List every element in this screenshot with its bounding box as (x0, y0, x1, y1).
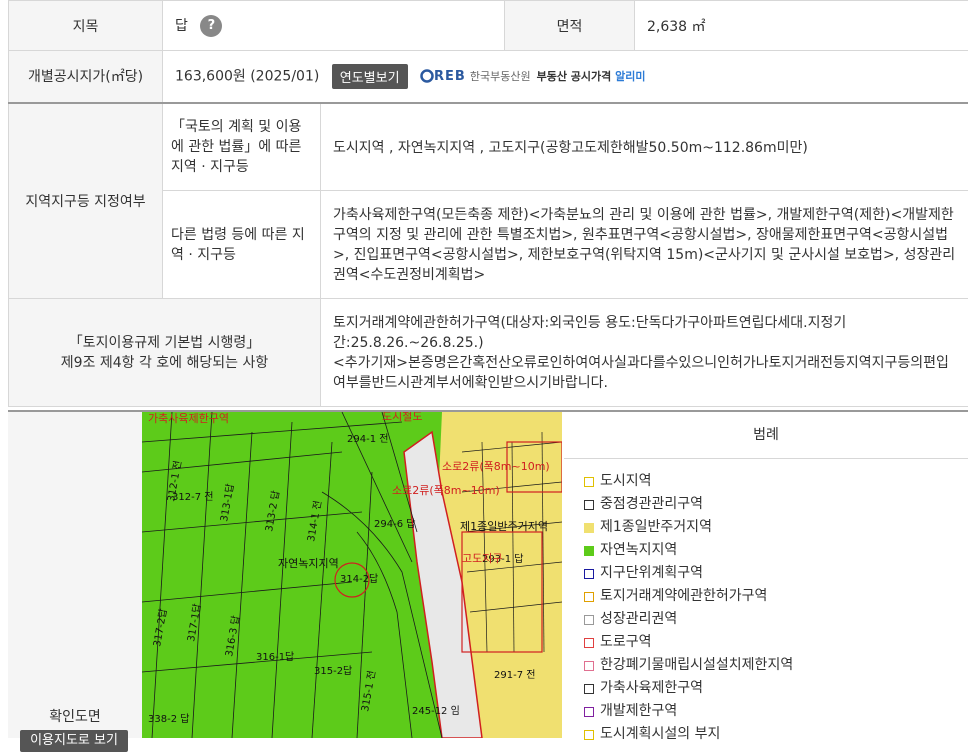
svg-text:제1종일반주거지역: 제1종일반주거지역 (460, 519, 548, 533)
reb-logo-icon (420, 69, 434, 83)
reb-service-text: 부동산 공시가격 (537, 70, 612, 83)
legend-swatch (584, 661, 594, 671)
legend-label: 자연녹지지역 (600, 539, 677, 562)
legend-label: 토지거래계약에관한허가구역 (600, 585, 767, 608)
svg-text:소로2류(폭8m~10m): 소로2류(폭8m~10m) (442, 460, 550, 473)
legend-label: 한강폐기물매립시설설치제한지역 (600, 654, 793, 677)
price-value: 163,600원 (2025/01) (175, 68, 319, 84)
other-law-label: 다른 법령 등에 따른 지역 · 지구등 (163, 191, 321, 299)
legend-swatch (584, 592, 594, 602)
legend-label: 개발제한구역 (600, 700, 677, 723)
legend-item: 제1종일반주거지역 (584, 516, 793, 539)
legend-label: 도시계획시설의 부지 (600, 723, 720, 746)
svg-text:314-2답: 314-2답 (340, 573, 378, 585)
legend-item: 개발제한구역 (584, 700, 793, 723)
help-icon[interactable]: ? (200, 15, 222, 37)
legend-label: 가축사육제한구역 (600, 677, 703, 700)
legend-list: 도시지역중점경관관리구역제1종일반주거지역자연녹지지역지구단위계획구역토지거래계… (584, 470, 793, 746)
svg-text:소로2류(폭8m~10m): 소로2류(폭8m~10m) (392, 484, 500, 497)
zoning-section-label: 지역지구등 지정여부 (9, 103, 163, 299)
jimok-cell: 답 ? (163, 1, 505, 51)
yearly-view-button[interactable]: 연도별보기 (332, 64, 408, 89)
cadastral-map[interactable]: 312-1 전 312-7 전 313-1답 313-2 답 314-1 전 3… (142, 412, 562, 738)
legend-label: 도시지역 (600, 470, 652, 493)
legend-item: 토지거래계약에관한허가구역 (584, 585, 793, 608)
jimok-value: 답 (175, 18, 188, 34)
jimok-label: 지목 (9, 1, 163, 51)
reb-org: 한국부동산원 (470, 68, 531, 84)
land-info-table: 지목 답 ? 면적 2,638 ㎡ 개별공시지가(㎡당) 163,600원 (2… (8, 0, 968, 407)
legend-item: 중점경관관리구역 (584, 493, 793, 516)
reb-service: 부동산 공시가격 알리미 (537, 68, 646, 84)
legend-swatch (584, 523, 594, 533)
svg-text:245-12 임: 245-12 임 (412, 704, 460, 717)
regulation-value: 토지거래계약에관한허가구역(대상자:외국인등 용도:단독다가구아파트연립다세대.… (333, 313, 956, 353)
legend-item: 도로구역 (584, 631, 793, 654)
legend-label: 제1종일반주거지역 (600, 516, 712, 539)
reb-alimi: 알리미 (615, 70, 645, 83)
national-law-value: 도시지역 , 자연녹지지역 , 고도지구(공항고도제한해발50.50m~112.… (321, 103, 968, 191)
reb-price-alimi-link[interactable]: REB 한국부동산원 부동산 공시가격 알리미 (420, 68, 645, 84)
map-label: 확인도면 (8, 706, 142, 726)
legend-item: 도시계획시설의 부지 (584, 723, 793, 746)
legend-swatch (584, 615, 594, 625)
cadastral-map-svg: 312-1 전 312-7 전 313-1답 313-2 답 314-1 전 3… (142, 412, 562, 738)
legend-swatch (584, 638, 594, 648)
legend-item: 자연녹지지역 (584, 539, 793, 562)
regulation-notice: <추가기재>본증명은간혹전산오류로인하여여사실과다를수있으니인허가나토지거래전등… (333, 353, 956, 393)
legend-label: 성장관리권역 (600, 608, 677, 631)
regulation-label-line2: 제9조 제4항 각 호에 해당되는 사항 (21, 353, 308, 373)
legend-panel: 범례 도시지역중점경관관리구역제1종일반주거지역자연녹지지역지구단위계획구역토지… (564, 412, 968, 738)
view-usage-map-button[interactable]: 이용지도로 보기 (20, 730, 128, 752)
svg-text:338-2 답: 338-2 답 (148, 713, 189, 725)
legend-label: 중점경관관리구역 (600, 493, 703, 516)
legend-swatch (584, 500, 594, 510)
reb-logo-text: REB (434, 69, 466, 84)
regulation-label: 「토지이용규제 기본법 시행령」 제9조 제4항 각 호에 해당되는 사항 (9, 299, 321, 407)
map-section: 확인도면 이용지도로 보기 (8, 410, 968, 738)
legend-swatch (584, 546, 594, 556)
svg-text:316-1답: 316-1답 (256, 651, 294, 663)
legend-label: 지구단위계획구역 (600, 562, 703, 585)
legend-item: 한강폐기물매립시설설치제한지역 (584, 654, 793, 677)
svg-text:312-7 전: 312-7 전 (172, 491, 213, 503)
area-label: 면적 (505, 1, 635, 51)
svg-text:고도지구: 고도지구 (462, 552, 502, 565)
legend-swatch (584, 477, 594, 487)
map-label-cell: 확인도면 이용지도로 보기 (8, 412, 143, 738)
area-value: 2,638 ㎡ (635, 1, 968, 51)
legend-swatch (584, 730, 594, 740)
regulation-label-line1: 「토지이용규제 기본법 시행령」 (21, 333, 308, 353)
regulation-cell: 토지거래계약에관한허가구역(대상자:외국인등 용도:단독다가구아파트연립다세대.… (321, 299, 968, 407)
legend-swatch (584, 684, 594, 694)
legend-label: 도로구역 (600, 631, 652, 654)
legend-swatch (584, 569, 594, 579)
svg-text:자연녹지지역: 자연녹지지역 (278, 557, 339, 570)
other-law-value: 가축사육제한구역(모든축종 제한)<가축분뇨의 관리 및 이용에 관한 법률>,… (321, 191, 968, 299)
legend-swatch (584, 707, 594, 717)
legend-item: 가축사육제한구역 (584, 677, 793, 700)
svg-text:도시철도: 도시철도 (382, 412, 422, 423)
svg-text:가축사육제한구역: 가축사육제한구역 (148, 412, 229, 425)
legend-title: 범례 (564, 412, 968, 459)
svg-text:294-6 답: 294-6 답 (374, 518, 415, 530)
legend-item: 도시지역 (584, 470, 793, 493)
svg-text:315-2답: 315-2답 (314, 665, 352, 677)
svg-text:294-1 전: 294-1 전 (347, 433, 388, 445)
legend-item: 성장관리권역 (584, 608, 793, 631)
price-label: 개별공시지가(㎡당) (9, 51, 163, 103)
price-cell: 163,600원 (2025/01) 연도별보기 REB 한국부동산원 부동산 … (163, 51, 968, 103)
legend-item: 지구단위계획구역 (584, 562, 793, 585)
svg-text:291-7 전: 291-7 전 (494, 669, 535, 681)
national-law-label: 「국토의 계획 및 이용에 관한 법률」에 따른 지역 · 지구등 (163, 103, 321, 191)
